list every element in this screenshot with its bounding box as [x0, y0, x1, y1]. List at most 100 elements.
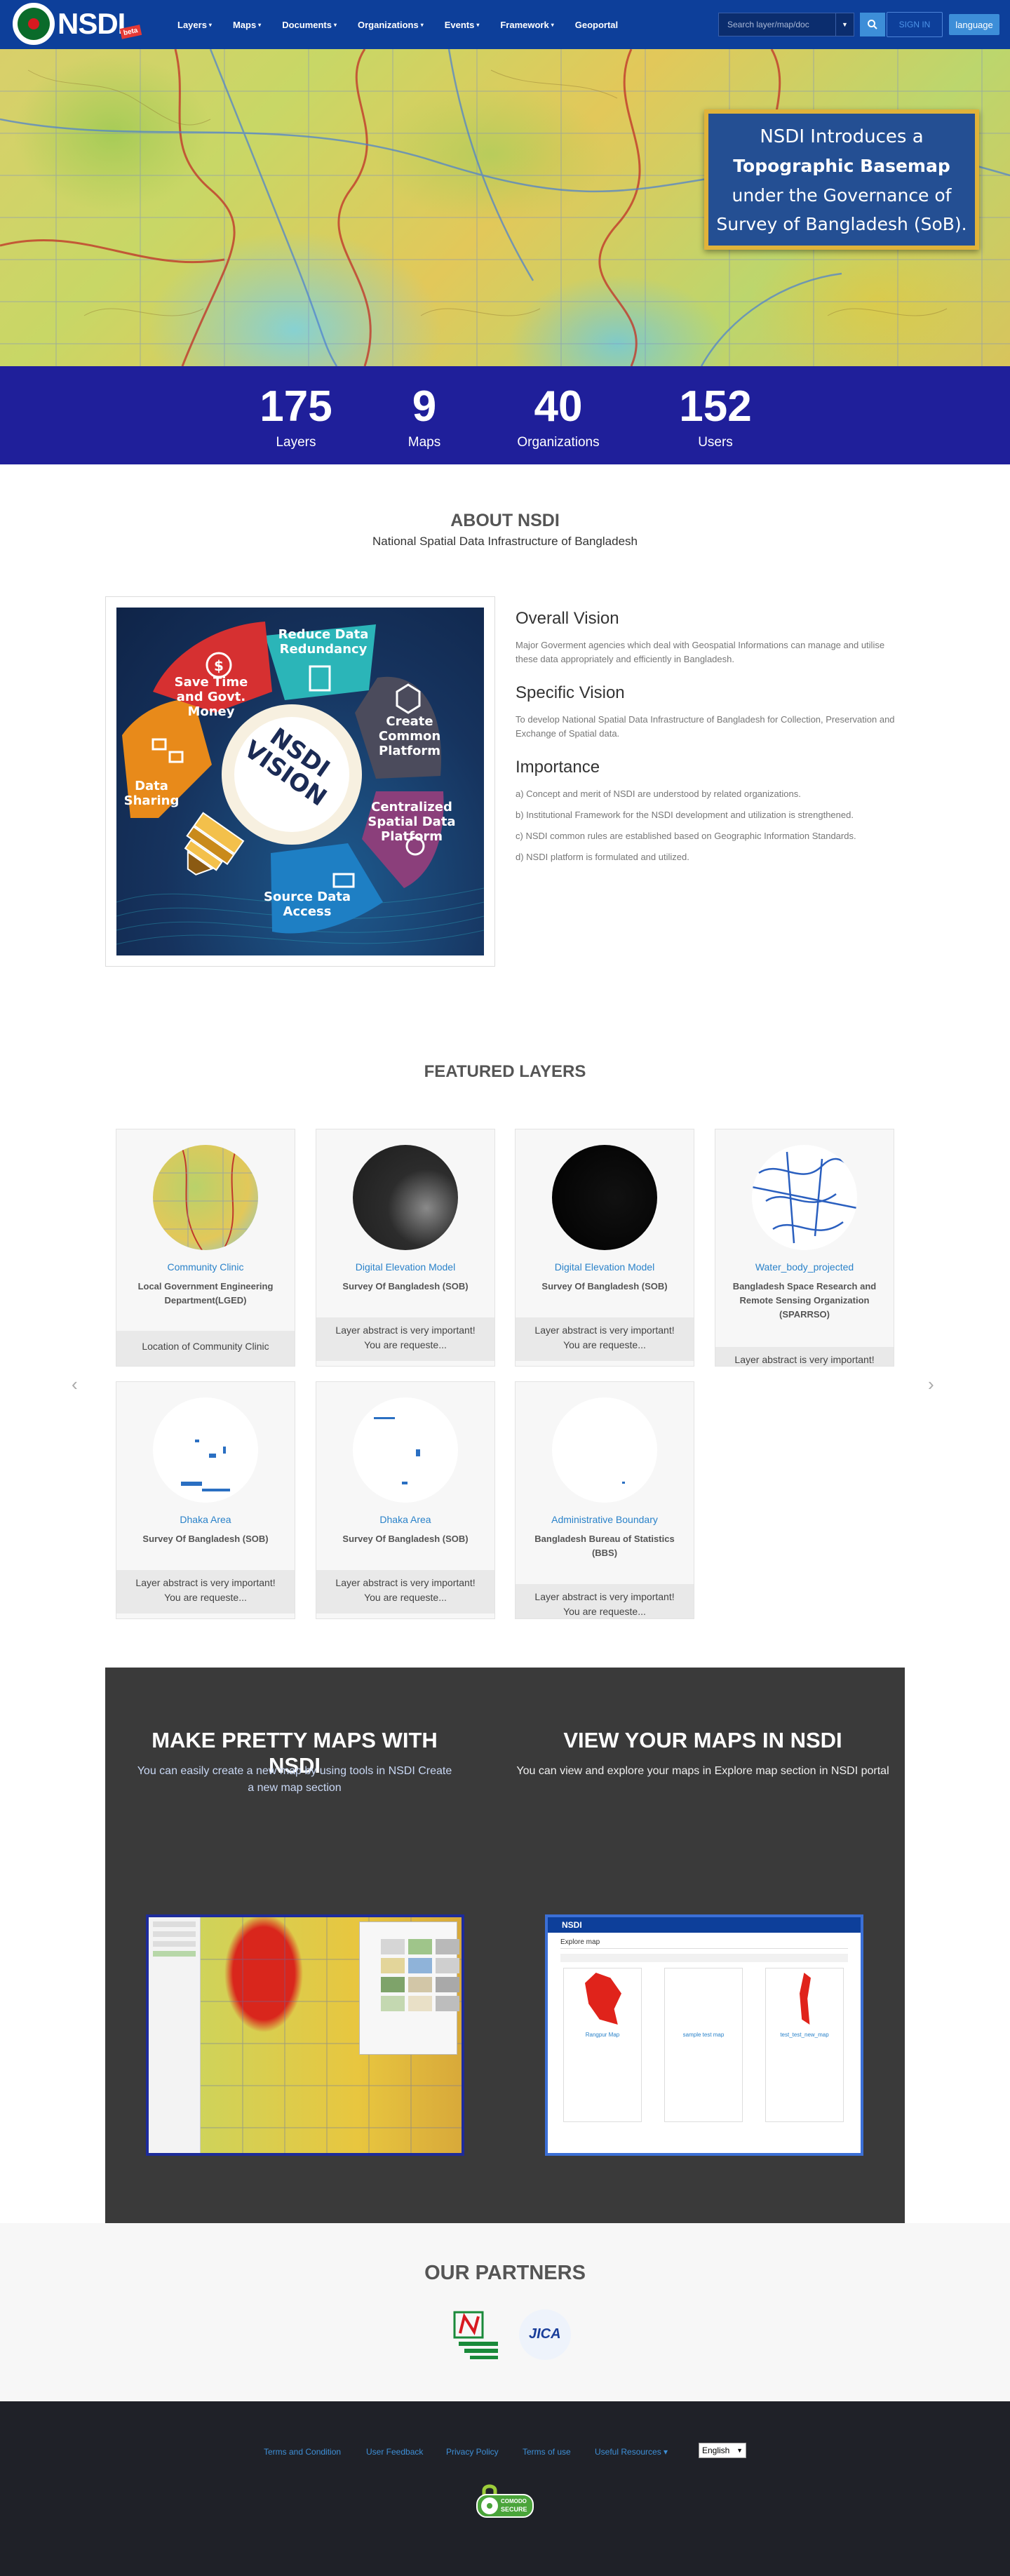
layer-abstract-line: Layer abstract is very important!	[734, 1354, 875, 1365]
composer-basemap-picker[interactable]	[359, 1921, 459, 2055]
brand-name: NSDI	[58, 7, 126, 40]
layer-card-admin-boundary[interactable]: Administrative Boundary Bangladesh Burea…	[515, 1381, 694, 1619]
chevron-right-icon[interactable]: ›	[928, 1374, 934, 1395]
nav-organizations-label: Organizations	[358, 19, 419, 30]
topo-thumb	[153, 1145, 258, 1250]
jica-logo[interactable]: JICA	[519, 2309, 571, 2360]
mini-map-card[interactable]: test_test_new_map	[765, 1968, 844, 2122]
layer-name-link[interactable]: Dhaka Area	[316, 1514, 494, 1525]
layer-name-link[interactable]: Digital Elevation Model	[516, 1261, 694, 1273]
layer-card-dhaka-2[interactable]: Dhaka Area Survey Of Bangladesh (SOB) La…	[316, 1381, 495, 1619]
footer-link-useful-resources[interactable]: Useful Resources ▾	[595, 2447, 668, 2457]
language-button[interactable]: language	[949, 14, 999, 35]
main-menu: Layers ▾ Maps ▾ Documents ▾ Organizations ▾ …	[177, 0, 632, 49]
nsdi-vision-image: $ Reduce Data Redundancy Create Common P…	[116, 608, 484, 955]
layer-name-link[interactable]: Water_body_projected	[715, 1261, 894, 1273]
basemap-tile	[436, 1958, 459, 1973]
search-input[interactable]	[718, 13, 836, 36]
search-icon	[868, 20, 877, 29]
mini-map-card[interactable]: sample test map	[664, 1968, 743, 2122]
basemap-tile	[381, 1977, 405, 1992]
stat-maps-label: Maps	[408, 435, 441, 450]
layer-organization: Local Government Engineering Department(…	[137, 1281, 274, 1306]
mini-map-name: test_test_new_map	[780, 2032, 829, 2038]
layer-abstract-line: Layer abstract is very important!	[135, 1577, 276, 1588]
layer-abstract-line: Layer abstract is very important!	[534, 1591, 675, 1602]
importance-item: a) Concept and merit of NSDI are underst…	[516, 789, 801, 799]
make-maps-text: You can easily create a new map by using…	[137, 1765, 452, 1794]
composer-layer-panel	[149, 1917, 201, 2153]
layer-abstract: Layer abstract is very important! You ar…	[316, 1317, 494, 1361]
nav-geoportal[interactable]: Geoportal	[575, 0, 632, 49]
mini-map-thumb	[800, 1973, 811, 2025]
footer-link-terms-condition[interactable]: Terms and Condition	[264, 2447, 341, 2457]
layer-abstract-line: You are requeste...	[164, 1592, 247, 1603]
layer-organization: Survey Of Bangladesh (SOB)	[342, 1281, 469, 1292]
footer-language-value: English	[702, 2446, 730, 2455]
mini-map-card[interactable]: Rangpur Map	[563, 1968, 642, 2122]
footer-link-terms-of-use[interactable]: Terms of use	[523, 2447, 571, 2457]
search-type-dropdown[interactable]: ▼	[836, 13, 854, 36]
panel-row	[153, 1931, 196, 1937]
layer-thumbnail	[552, 1397, 657, 1503]
partners-section	[0, 2223, 1010, 2401]
lged-logo[interactable]	[449, 2308, 502, 2361]
caret-down-icon: ▼	[736, 2447, 743, 2454]
explore-maps-screenshot[interactable]: NSDI Explore map Rangpur Map sample test…	[545, 1914, 863, 2156]
basemap-tile	[381, 1958, 405, 1973]
layer-name-link[interactable]: Community Clinic	[116, 1261, 295, 1273]
layer-card-dem-2[interactable]: Digital Elevation Model Survey Of Bangla…	[515, 1129, 694, 1367]
layer-card-water-body[interactable]: Water_body_projected Bangladesh Space Re…	[715, 1129, 894, 1367]
basemap-tile	[436, 1996, 459, 2011]
comodo-secure-seal[interactable]: COMODO SECURE	[471, 2483, 539, 2523]
layer-abstract: Layer abstract is very important!	[715, 1347, 894, 1366]
stat-maps[interactable]: 9 Maps	[389, 380, 459, 452]
stat-layers-value: 175	[260, 382, 332, 431]
dhaka-thumb	[181, 1440, 230, 1491]
caret-down-icon: ▾	[420, 21, 424, 28]
footer-language-select[interactable]: English ▼	[699, 2443, 746, 2458]
caret-down-icon: ▾	[258, 21, 262, 28]
stat-users[interactable]: 152 Users	[661, 380, 770, 452]
chevron-left-icon[interactable]: ‹	[72, 1374, 78, 1395]
layer-name-link[interactable]: Administrative Boundary	[516, 1514, 694, 1525]
search-button[interactable]	[860, 13, 885, 36]
specific-vision-block: Specific Vision To develop National Spat…	[516, 683, 908, 741]
specific-vision-title: Specific Vision	[516, 683, 625, 702]
brand-logo[interactable]: NSDI	[13, 3, 126, 45]
overall-vision-title: Overall Vision	[516, 609, 619, 628]
layer-organization: Survey Of Bangladesh (SOB)	[342, 1534, 469, 1544]
waterbody-thumb	[752, 1151, 857, 1244]
nav-layers[interactable]: Layers ▾	[177, 0, 226, 49]
mini-filter-bar	[560, 1954, 848, 1962]
layer-abstract-line: You are requeste...	[563, 1606, 646, 1617]
layer-name-link[interactable]: Dhaka Area	[116, 1514, 295, 1525]
layer-card-community-clinic[interactable]: Community Clinic Local Government Engine…	[116, 1129, 295, 1367]
nav-events[interactable]: Events ▾	[445, 0, 494, 49]
layer-card-dem-1[interactable]: Digital Elevation Model Survey Of Bangla…	[316, 1129, 495, 1367]
footer-link-privacy-policy[interactable]: Privacy Policy	[446, 2447, 499, 2457]
layer-name-link[interactable]: Digital Elevation Model	[316, 1261, 494, 1273]
footer-link-user-feedback[interactable]: User Feedback	[366, 2447, 423, 2457]
caret-down-icon: ▾	[208, 21, 212, 28]
layer-abstract: Layer abstract is very important! You ar…	[516, 1317, 694, 1361]
map-composer-screenshot[interactable]	[146, 1914, 464, 2156]
secure-label-top: COMODO	[501, 2498, 527, 2504]
sign-in-button[interactable]: SIGN IN	[887, 12, 943, 37]
vision-reduce-redundancy: Reduce Data Redundancy	[278, 627, 369, 657]
stat-organizations[interactable]: 40 Organizations	[509, 380, 607, 452]
layer-card-dhaka-1[interactable]: Dhaka Area Survey Of Bangladesh (SOB) La…	[116, 1381, 295, 1619]
vision-source-access: Source Data Access	[264, 890, 351, 919]
nav-framework[interactable]: Framework ▾	[500, 0, 567, 49]
mini-map-name: sample test map	[682, 2032, 725, 2038]
nav-maps[interactable]: Maps ▾	[233, 0, 275, 49]
vision-save-time: Save Time and Govt. Money	[174, 675, 248, 719]
nav-documents[interactable]: Documents ▾	[282, 0, 351, 49]
vision-labels: Reduce Data Redundancy Create Common Pla…	[116, 608, 484, 955]
hero-topographic-map: NSDI Introduces a Topographic Basemap un…	[0, 49, 1010, 366]
nav-organizations[interactable]: Organizations ▾	[358, 0, 438, 49]
basemap-announcement-banner[interactable]: NSDI Introduces a Topographic Basemap un…	[704, 109, 979, 250]
layer-thumbnail	[153, 1397, 258, 1503]
stat-layers[interactable]: 175 Layers	[241, 380, 351, 452]
basemap-tile	[436, 1939, 459, 1954]
